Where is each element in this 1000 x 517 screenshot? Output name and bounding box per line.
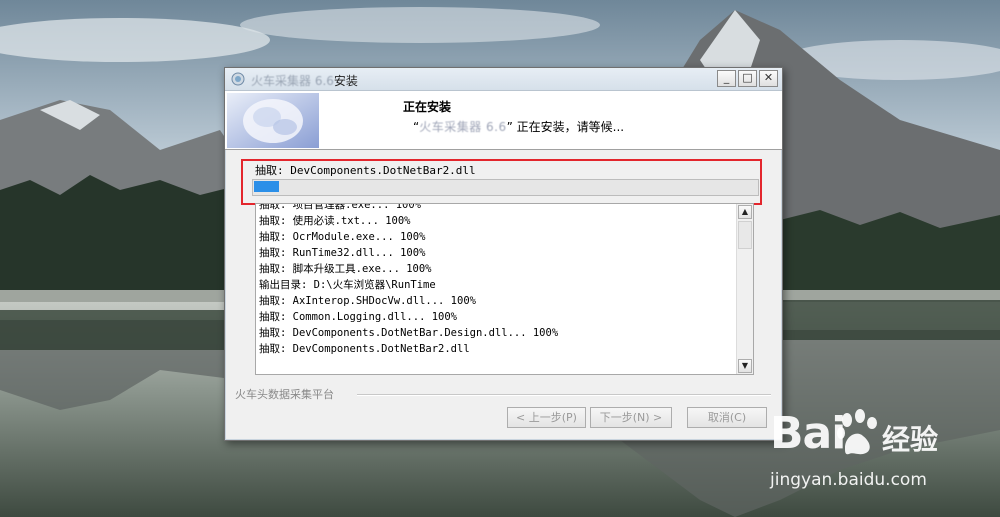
log-line: 输出目录: D:\火车浏览器\RunTime <box>259 279 436 291</box>
watermark-logo-text-2: 经验 <box>882 423 939 456</box>
maximize-button[interactable]: □ <box>738 70 757 87</box>
installer-window: 火车采集器 6.6安装 _ □ ✕ 正在安装 “火车采集器 6.6” 正在安装，… <box>224 67 783 441</box>
header-banner-image <box>227 93 319 148</box>
installer-header: 正在安装 “火车采集器 6.6” 正在安装，请等候... <box>225 91 782 150</box>
log-line: 抽取: 使用必读.txt... 100% <box>259 215 411 227</box>
install-log[interactable]: 抽取: 项目管理器.exe... 100% 抽取: 使用必读.txt... 100… <box>255 203 754 375</box>
title-bar[interactable]: 火车采集器 6.6安装 _ □ ✕ <box>225 68 782 91</box>
progress-fill <box>254 181 279 192</box>
install-log-lines: 抽取: 项目管理器.exe... 100% 抽取: 使用必读.txt... 100… <box>259 204 734 358</box>
log-line: 抽取: AxInterop.SHDocVw.dll... 100% <box>259 295 476 307</box>
next-button[interactable]: 下一步(N) > <box>590 407 672 428</box>
cancel-button[interactable]: 取消(C) <box>687 407 767 428</box>
header-subtitle: “火车采集器 6.6” 正在安装，请等候... <box>413 118 624 135</box>
back-button[interactable]: < 上一步(P) <box>507 407 586 428</box>
window-title-blurred: 火车采集器 6.6 <box>251 74 334 88</box>
scroll-up-button[interactable]: ▲ <box>738 205 752 219</box>
log-line: 抽取: DevComponents.DotNetBar.Design.dll..… <box>259 327 559 339</box>
log-line: 抽取: 项目管理器.exe... 100% <box>259 203 422 211</box>
baidu-jingyan-watermark: Bai 经验 jingyan.baidu.com <box>770 408 970 498</box>
window-controls: _ □ ✕ <box>717 70 778 87</box>
log-scrollbar[interactable]: ▲ ▼ <box>736 204 753 374</box>
header-subtitle-rest: ” 正在安装，请等候... <box>506 120 625 134</box>
log-line: 抽取: DevComponents.DotNetBar2.dll <box>259 343 470 355</box>
log-line: 抽取: OcrModule.exe... 100% <box>259 231 426 243</box>
app-icon <box>231 72 245 86</box>
footer-divider <box>357 394 771 396</box>
log-line: 抽取: 脚本升级工具.exe... 100% <box>259 263 432 275</box>
log-line: 抽取: Common.Logging.dll... 100% <box>259 311 458 323</box>
window-title-suffix: 安装 <box>333 74 358 88</box>
current-action-text: 抽取: DevComponents.DotNetBar2.dll <box>255 164 476 177</box>
minimize-button[interactable]: _ <box>717 70 736 87</box>
scroll-thumb[interactable] <box>738 221 752 249</box>
header-subtitle-app: 火车采集器 6.6 <box>419 120 507 134</box>
log-line: 抽取: RunTime32.dll... 100% <box>259 247 426 259</box>
header-title: 正在安装 <box>403 100 452 114</box>
close-button[interactable]: ✕ <box>759 70 778 87</box>
window-title: 火车采集器 6.6安装 <box>251 72 358 89</box>
footer-brand-text: 火车头数据采集平台 <box>235 388 334 401</box>
scroll-down-button[interactable]: ▼ <box>738 359 752 373</box>
watermark-url: jingyan.baidu.com <box>770 470 927 490</box>
paw-icon <box>837 409 877 455</box>
install-progress-bar <box>252 179 759 196</box>
